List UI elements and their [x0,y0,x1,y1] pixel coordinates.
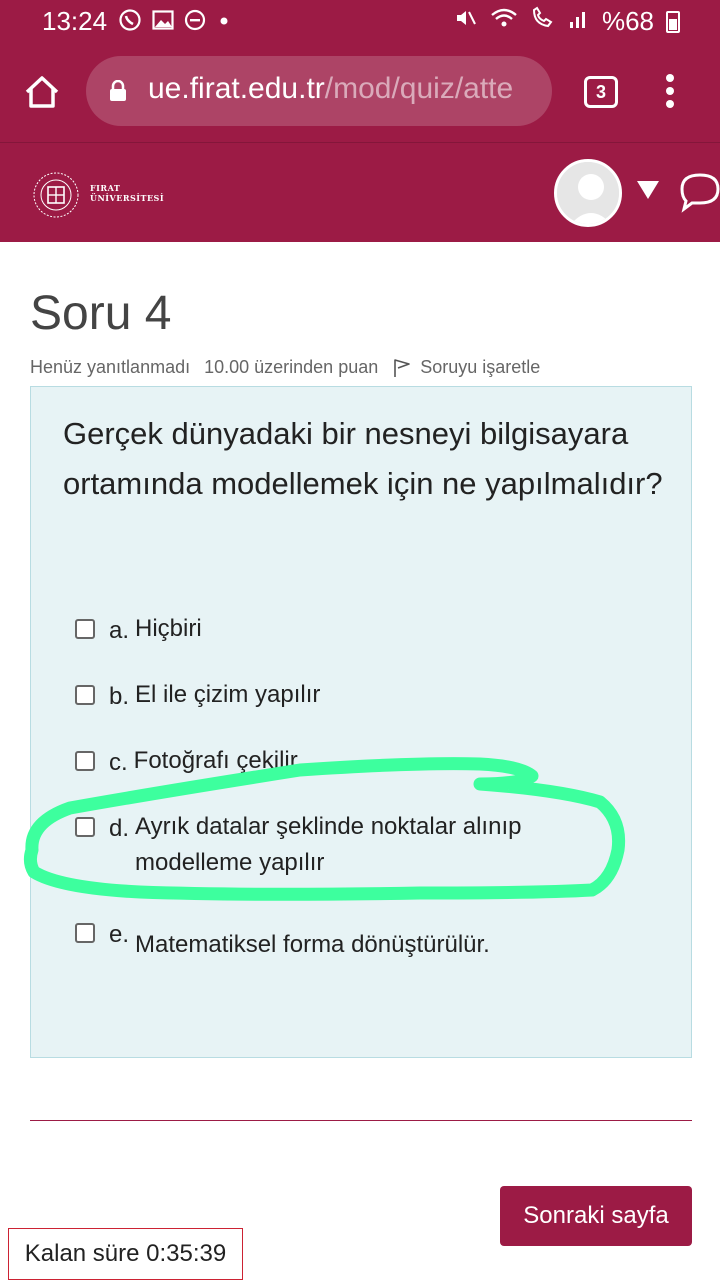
url-path: /mod/quiz/atte [324,72,514,105]
tabs-button[interactable]: 3 [584,76,618,108]
university-logo-text[interactable]: FIRAT ÜNİVERSİTESİ [90,183,164,203]
time-remaining: Kalan süre 0:35:39 [8,1228,243,1280]
checkbox[interactable] [75,619,95,639]
option-label-line-1: Ayrık datalar şeklinde noktalar alınıp [135,813,522,840]
whatsapp-icon [118,8,142,37]
status-left-icons [118,8,232,37]
checkbox[interactable] [75,817,95,837]
signal-icon [568,6,590,37]
option-b[interactable]: b. El ile çizim yapılır [75,681,320,713]
option-label: Ayrık datalar şeklinde noktalar alınıp m… [135,809,521,881]
browser-chrome: 13:24 %68 ue.firat.edu.tr/mod/quiz/atte … [0,0,720,142]
option-c[interactable]: c. Fotoğrafı çekilir. [75,747,303,779]
more-options-icon[interactable] [660,74,680,110]
next-page-button[interactable]: Sonraki sayfa [500,1186,692,1246]
flag-icon [392,358,412,378]
mute-icon [454,6,478,37]
site-header: FIRAT ÜNİVERSİTESİ [0,142,720,242]
checkbox[interactable] [75,751,95,771]
option-letter: a. [109,617,130,644]
chevron-down-icon[interactable] [636,179,660,201]
option-e[interactable]: e. Matematiksel forma dönüştürülür. [75,921,490,963]
option-label: El ile çizim yapılır [135,681,321,708]
url-text[interactable]: ue.firat.edu.tr/mod/quiz/atte [148,72,513,106]
option-label-line-2: modelleme yapılır [135,849,325,876]
page-title: Soru 4 [30,287,172,340]
option-label: Fotoğrafı çekilir. [133,747,304,774]
status-time: 13:24 [42,6,108,36]
dnd-icon [184,9,206,36]
option-a[interactable]: a. Hiçbiri [75,615,202,647]
gallery-icon [152,9,174,36]
flag-question-link[interactable]: Soruyu işaretle [392,357,540,378]
logo-line-2: ÜNİVERSİTESİ [90,193,165,203]
status-bar: 13:24 %68 [0,0,720,42]
logo-line-1: FIRAT [90,183,121,193]
dot-icon [216,9,232,36]
chat-bubble-icon[interactable] [674,163,720,213]
status-right-icons: %68 [454,6,680,37]
question-text: Gerçek dünyadaki bir nesneyi bilgisayara… [63,416,663,501]
checkbox[interactable] [75,685,95,705]
option-letter: c. [109,749,128,776]
option-letter: d. [109,815,130,842]
lock-icon [108,79,128,102]
home-icon[interactable] [22,72,62,112]
battery-icon [666,10,680,33]
wifi-icon [490,6,518,37]
flag-label: Soruyu işaretle [420,357,541,377]
university-seal-icon[interactable] [32,171,80,219]
question-marks: 10.00 üzerinden puan [204,357,379,377]
battery-text: %68 [601,6,654,36]
option-letter: b. [109,683,130,710]
option-d[interactable]: d. Ayrık datalar şeklinde noktalar alını… [75,813,521,881]
user-avatar[interactable] [554,159,622,227]
address-bar[interactable]: ue.firat.edu.tr/mod/quiz/atte [86,56,552,126]
option-letter: e. [109,921,130,948]
option-label: Hiçbiri [135,615,202,642]
question-info: Henüz yanıtlanmadı 10.00 üzerinden puan … [30,357,540,378]
divider [30,1120,692,1121]
call-wifi-icon [530,6,556,37]
url-host: ue.firat.edu.tr [148,72,325,105]
question-box: Gerçek dünyadaki bir nesneyi bilgisayara… [30,386,692,1058]
checkbox[interactable] [75,923,95,943]
option-label: Matematiksel forma dönüştürülür. [135,931,490,958]
question-status: Henüz yanıtlanmadı [30,357,191,377]
